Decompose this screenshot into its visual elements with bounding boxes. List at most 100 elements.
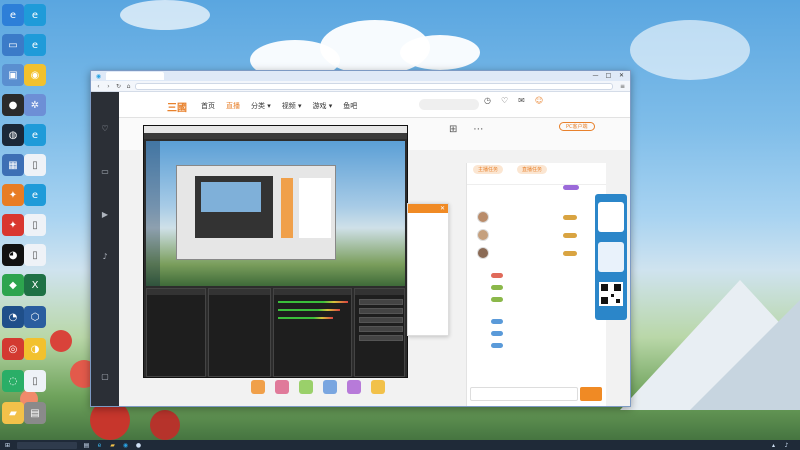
gift-icon[interactable] xyxy=(371,380,385,394)
address-bar[interactable] xyxy=(135,82,613,90)
rank-avatar[interactable] xyxy=(477,211,489,223)
gift-icon[interactable] xyxy=(251,380,265,394)
app-icon[interactable]: ▣ xyxy=(2,64,24,86)
game-icon[interactable]: ✦ xyxy=(2,184,24,206)
game-icon[interactable]: ✦ xyxy=(2,214,24,236)
gift-box-icon[interactable]: ⊞ xyxy=(449,124,457,135)
more-icon[interactable]: ⋯ xyxy=(473,124,483,135)
site-header: 三國 首页 直播 分类 ▾ 视频 ▾ 游戏 ▾ 鱼吧 ◷ ♡ ✉ ☺ xyxy=(119,92,630,118)
excel-icon[interactable]: X xyxy=(24,274,46,296)
app-icon[interactable]: ◔ xyxy=(2,306,24,328)
app-icon[interactable]: ▤ xyxy=(24,402,46,424)
audio-mixer-panel[interactable] xyxy=(273,288,353,377)
menu-icon[interactable]: ≡ xyxy=(619,83,626,90)
nav-category[interactable]: 分类 ▾ xyxy=(251,101,271,111)
monitor-icon[interactable]: ▭ xyxy=(2,34,24,56)
studio-mode-button[interactable] xyxy=(359,317,404,323)
level-badge xyxy=(563,215,577,220)
gift-icon[interactable] xyxy=(275,380,289,394)
live-task-tab[interactable]: 直播任务 xyxy=(517,164,548,174)
owl-icon[interactable]: ◉ xyxy=(24,64,46,86)
rail-item-follow[interactable]: ♡ xyxy=(93,124,117,133)
site-logo[interactable]: 三國 xyxy=(167,99,187,114)
edge-icon[interactable]: e xyxy=(24,124,46,146)
rail-item-audio[interactable]: ♪ xyxy=(93,252,117,261)
forward-icon[interactable]: › xyxy=(105,83,112,90)
taskbar-search[interactable] xyxy=(17,441,77,449)
app-icon[interactable]: ▦ xyxy=(2,154,24,176)
minimize-button[interactable]: — xyxy=(591,72,600,80)
netease-music-icon[interactable]: ◎ xyxy=(2,338,24,360)
mascot-image xyxy=(598,202,624,232)
rank-avatar[interactable] xyxy=(477,247,489,259)
browser-icon[interactable]: ◉ xyxy=(122,442,129,449)
sources-panel[interactable] xyxy=(207,288,272,377)
maximize-button[interactable]: □ xyxy=(604,72,613,80)
obs-icon[interactable]: ● xyxy=(2,94,24,116)
rail-item-video[interactable]: ▶ xyxy=(93,210,117,219)
chat-input[interactable] xyxy=(470,387,578,401)
file-icon[interactable]: ▯ xyxy=(24,370,46,392)
network-icon[interactable]: ▴ xyxy=(770,442,777,449)
edge-icon[interactable]: e xyxy=(24,4,46,26)
back-icon[interactable]: ‹ xyxy=(95,83,102,90)
search-input[interactable] xyxy=(419,99,479,110)
edge-icon[interactable]: e xyxy=(24,34,46,56)
gift-icon[interactable] xyxy=(323,380,337,394)
qr-code-icon xyxy=(599,282,623,306)
nav-video[interactable]: 视频 ▾ xyxy=(282,101,302,111)
file-icon[interactable]: ▯ xyxy=(24,244,46,266)
start-recording-button[interactable] xyxy=(359,308,404,314)
gift-icon[interactable] xyxy=(347,380,361,394)
settings-icon[interactable]: ✲ xyxy=(24,94,46,116)
edge-icon[interactable]: e xyxy=(2,4,24,26)
file-icon[interactable]: ▯ xyxy=(24,154,46,176)
message-icon[interactable]: ✉ xyxy=(518,96,525,105)
stream-player[interactable] xyxy=(143,125,408,378)
exit-button[interactable] xyxy=(359,335,404,341)
popup-close-button[interactable]: ✕ xyxy=(408,204,448,213)
volume-icon[interactable]: ♪ xyxy=(783,442,790,449)
steam-icon[interactable]: ◍ xyxy=(2,124,24,146)
edge-icon[interactable]: e xyxy=(24,184,46,206)
history-icon[interactable]: ◷ xyxy=(484,96,491,105)
level-badge xyxy=(491,297,503,302)
streamer-task-tab[interactable]: 主播任务 xyxy=(473,164,504,174)
rank-avatar[interactable] xyxy=(477,229,489,241)
browser-tab[interactable] xyxy=(106,72,164,80)
nav-live[interactable]: 直播 xyxy=(226,101,240,111)
send-button[interactable] xyxy=(580,387,602,401)
folder-icon[interactable]: ▰ xyxy=(2,402,24,424)
pc-client-button[interactable]: PC客户端 xyxy=(559,122,595,131)
edge-icon[interactable]: e xyxy=(96,442,103,449)
nav-fishbar[interactable]: 鱼吧 xyxy=(343,101,357,111)
audio-meter xyxy=(278,301,349,303)
home-icon[interactable]: ⌂ xyxy=(125,83,132,90)
side-qr-card[interactable] xyxy=(595,194,627,320)
task-view-icon[interactable]: ▤ xyxy=(83,442,90,449)
obs-titlebar xyxy=(144,126,407,133)
qq-icon[interactable]: ◕ xyxy=(2,244,24,266)
rail-item-live[interactable]: ▭ xyxy=(93,167,117,176)
gift-icon[interactable] xyxy=(299,380,313,394)
wechat-icon[interactable]: ◌ xyxy=(2,370,24,392)
app-icon[interactable]: ◑ xyxy=(24,338,46,360)
settings-button[interactable] xyxy=(359,326,404,332)
scenes-panel[interactable] xyxy=(146,288,206,377)
app-icon[interactable]: ⬡ xyxy=(24,306,46,328)
nav-game[interactable]: 游戏 ▾ xyxy=(313,101,333,111)
folder-icon[interactable]: ▰ xyxy=(109,442,116,449)
file-icon[interactable]: ▯ xyxy=(24,214,46,236)
refresh-icon[interactable]: ↻ xyxy=(115,83,122,90)
close-button[interactable]: ✕ xyxy=(617,72,626,80)
start-icon[interactable]: ⊞ xyxy=(4,442,11,449)
avatar[interactable]: ☺ xyxy=(535,96,543,105)
app-icon[interactable]: ◆ xyxy=(2,274,24,296)
nav-home[interactable]: 首页 xyxy=(201,101,215,111)
obs-icon[interactable]: ● xyxy=(135,442,142,449)
level-badge xyxy=(563,233,577,238)
follow-icon[interactable]: ♡ xyxy=(501,96,508,105)
start-streaming-button[interactable] xyxy=(359,299,404,305)
desktop-icons: e e ▭ e ▣ ◉ ● ✲ ◍ e ▦ ▯ ✦ e ✦ ▯ ◕ ▯ ◆ X … xyxy=(0,0,50,440)
rail-item-app[interactable]: ▢ xyxy=(93,372,117,381)
